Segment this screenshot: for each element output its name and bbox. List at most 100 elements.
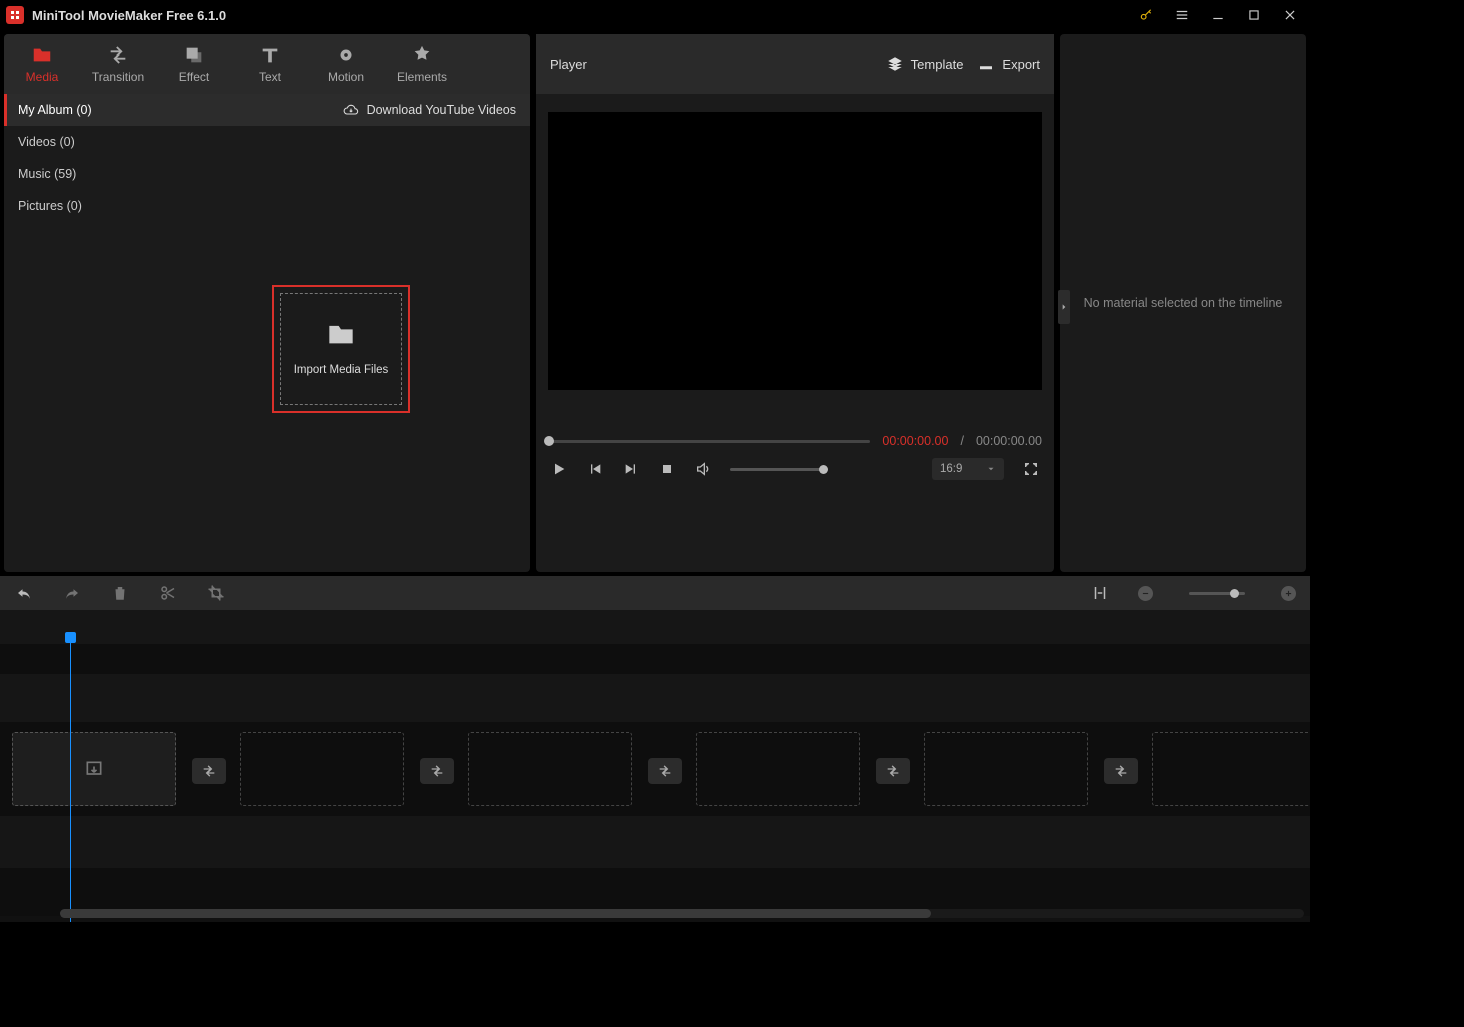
prev-frame-button[interactable] xyxy=(586,460,604,478)
clip-slot-1[interactable] xyxy=(12,732,176,806)
app-logo-icon xyxy=(6,6,24,24)
download-youtube-label: Download YouTube Videos xyxy=(367,103,516,117)
tab-motion[interactable]: Motion xyxy=(308,34,384,94)
import-media-button[interactable]: Import Media Files xyxy=(272,285,410,413)
import-media-label: Import Media Files xyxy=(294,364,389,376)
library-item-label: Music (59) xyxy=(18,167,76,181)
layers-icon xyxy=(886,55,904,73)
collapse-inspector-button[interactable] xyxy=(1058,290,1070,324)
player-panel: Player Template Export 00:00:00.00 xyxy=(536,34,1054,572)
hamburger-menu-button[interactable] xyxy=(1168,3,1196,27)
aspect-ratio-value: 16:9 xyxy=(940,463,962,475)
clip-slot-6[interactable] xyxy=(1152,732,1310,806)
tab-effect-label: Effect xyxy=(179,70,209,84)
template-button[interactable]: Template xyxy=(886,55,964,73)
transition-slot-1[interactable] xyxy=(192,758,226,784)
playback-scrubber[interactable] xyxy=(548,440,870,443)
stop-button[interactable] xyxy=(658,460,676,478)
transition-slot-5[interactable] xyxy=(1104,758,1138,784)
video-preview xyxy=(548,112,1042,390)
motion-icon xyxy=(335,44,357,66)
folder-icon xyxy=(327,322,355,346)
window-close-button[interactable] xyxy=(1276,3,1304,27)
zoom-in-button[interactable] xyxy=(1281,586,1296,601)
titlebar: MiniTool MovieMaker Free 6.1.0 xyxy=(0,0,1310,30)
tab-media[interactable]: Media xyxy=(4,34,80,94)
library-item-label: My Album (0) xyxy=(18,103,92,117)
activate-key-button[interactable] xyxy=(1132,3,1160,27)
play-button[interactable] xyxy=(550,460,568,478)
elements-icon xyxy=(411,44,433,66)
timecode-separator: / xyxy=(960,434,963,448)
transition-slot-2[interactable] xyxy=(420,758,454,784)
media-panel: Media Transition Effect Text Motion xyxy=(4,34,530,572)
tab-transition-label: Transition xyxy=(92,70,144,84)
timecode-total: 00:00:00.00 xyxy=(976,434,1042,448)
volume-thumb[interactable] xyxy=(819,465,828,474)
zoom-thumb[interactable] xyxy=(1230,589,1239,598)
folder-icon xyxy=(31,44,53,66)
chevron-down-icon xyxy=(986,464,996,474)
delete-button[interactable] xyxy=(110,583,130,603)
window-maximize-button[interactable] xyxy=(1240,3,1268,27)
effect-icon xyxy=(183,44,205,66)
text-icon xyxy=(259,44,281,66)
volume-slider[interactable] xyxy=(730,468,824,471)
timeline-ruler[interactable] xyxy=(0,610,1310,644)
timeline: Track1 xyxy=(0,610,1310,922)
clip-slot-2[interactable] xyxy=(240,732,404,806)
transition-icon xyxy=(107,44,129,66)
export-label: Export xyxy=(1002,57,1040,72)
fullscreen-button[interactable] xyxy=(1022,460,1040,478)
playhead[interactable] xyxy=(70,632,71,922)
timeline-scrollbar-thumb[interactable] xyxy=(60,909,931,918)
tab-effect[interactable]: Effect xyxy=(156,34,232,94)
library-item-music[interactable]: Music (59) xyxy=(4,158,152,190)
app-title: MiniTool MovieMaker Free 6.1.0 xyxy=(32,8,226,23)
timeline-scrollbar[interactable] xyxy=(60,909,1304,918)
tab-motion-label: Motion xyxy=(328,70,364,84)
zoom-slider[interactable] xyxy=(1189,592,1245,595)
redo-button[interactable] xyxy=(62,583,82,603)
transition-slot-4[interactable] xyxy=(876,758,910,784)
import-clip-icon xyxy=(84,759,104,779)
timeline-toolbar xyxy=(0,576,1310,610)
fit-zoom-button[interactable] xyxy=(1090,583,1110,603)
tab-transition[interactable]: Transition xyxy=(80,34,156,94)
library-list: My Album (0) Videos (0) Music (59) Pictu… xyxy=(4,94,152,572)
library-item-pictures[interactable]: Pictures (0) xyxy=(4,190,152,222)
volume-button[interactable] xyxy=(694,460,712,478)
cloud-download-icon xyxy=(343,104,359,116)
timecode-current: 00:00:00.00 xyxy=(882,434,948,448)
tab-text[interactable]: Text xyxy=(232,34,308,94)
tab-media-label: Media xyxy=(26,70,59,84)
next-frame-button[interactable] xyxy=(622,460,640,478)
template-label: Template xyxy=(911,57,964,72)
undo-button[interactable] xyxy=(14,583,34,603)
video-track-lane[interactable] xyxy=(0,722,1310,816)
inspector-empty-message: No material selected on the timeline xyxy=(1084,296,1283,310)
library-item-videos[interactable]: Videos (0) xyxy=(4,126,152,158)
clip-slot-3[interactable] xyxy=(468,732,632,806)
download-youtube-button[interactable]: Download YouTube Videos xyxy=(152,94,530,126)
crop-button[interactable] xyxy=(206,583,226,603)
tab-elements[interactable]: Elements xyxy=(384,34,460,94)
export-icon xyxy=(977,55,995,73)
transition-slot-3[interactable] xyxy=(648,758,682,784)
library-item-label: Videos (0) xyxy=(18,135,75,149)
aspect-ratio-select[interactable]: 16:9 xyxy=(932,458,1004,480)
library-item-label: Pictures (0) xyxy=(18,199,82,213)
zoom-out-button[interactable] xyxy=(1138,586,1153,601)
player-title: Player xyxy=(550,57,587,72)
main-tabs: Media Transition Effect Text Motion xyxy=(4,34,530,94)
window-minimize-button[interactable] xyxy=(1204,3,1232,27)
library-item-myalbum[interactable]: My Album (0) xyxy=(4,94,152,126)
scrubber-thumb[interactable] xyxy=(544,436,554,446)
chevron-right-icon xyxy=(1060,302,1068,312)
split-button[interactable] xyxy=(158,583,178,603)
inspector-panel: No material selected on the timeline xyxy=(1060,34,1306,572)
export-button[interactable]: Export xyxy=(977,55,1040,73)
tab-elements-label: Elements xyxy=(397,70,447,84)
clip-slot-5[interactable] xyxy=(924,732,1088,806)
clip-slot-4[interactable] xyxy=(696,732,860,806)
